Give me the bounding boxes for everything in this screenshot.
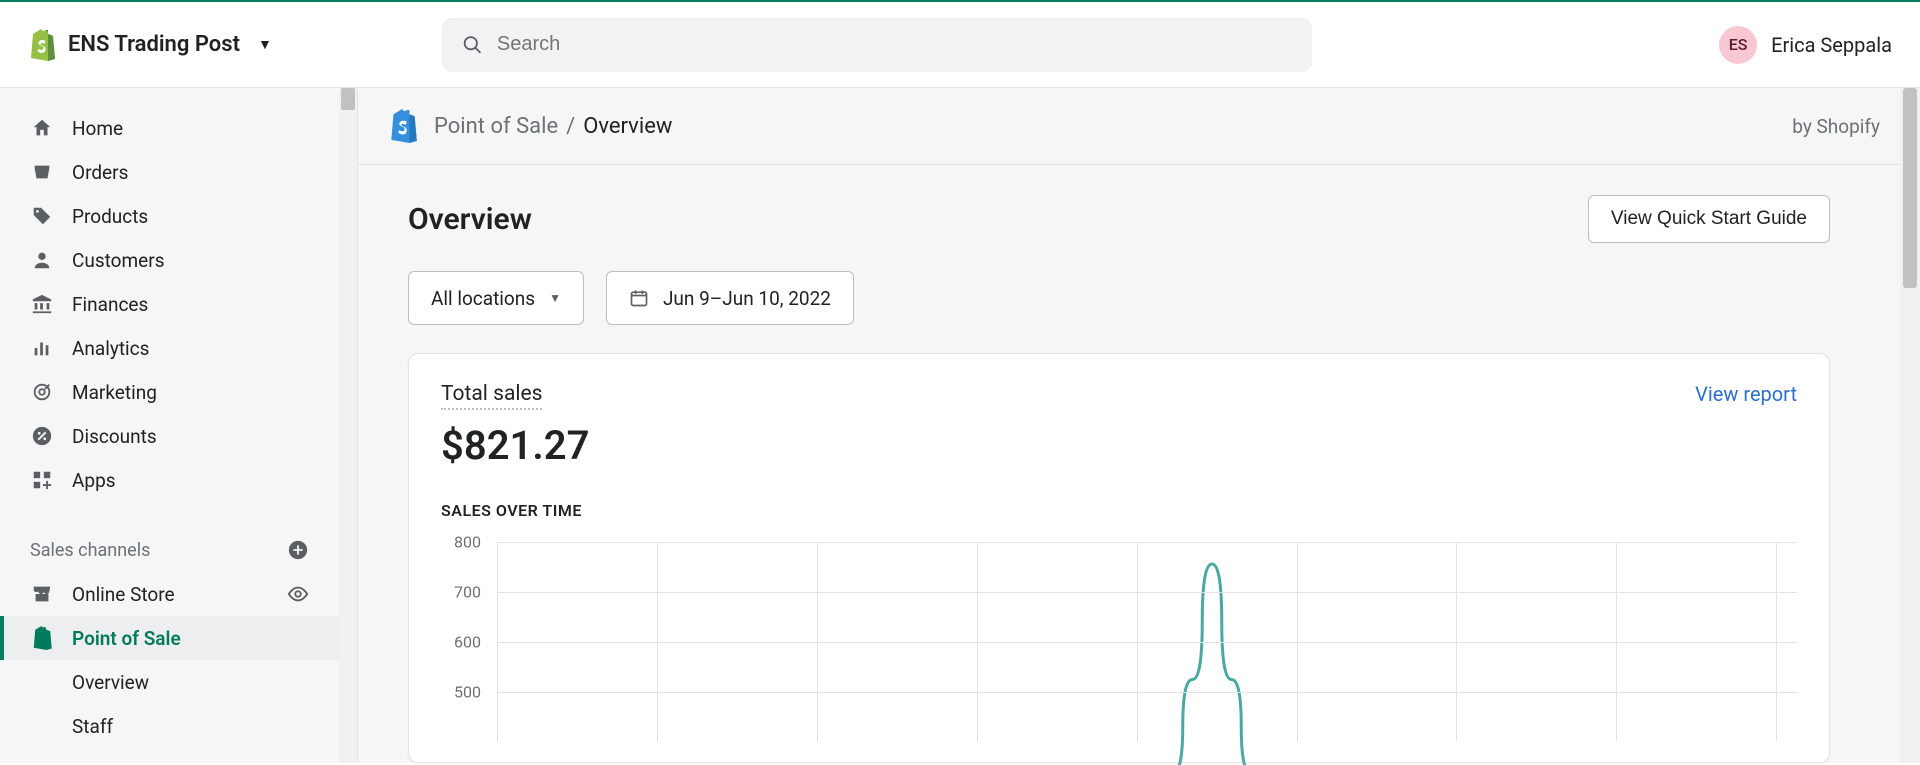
pos-sub-staff[interactable]: Staff [0, 704, 339, 748]
shopify-logo-icon [28, 29, 56, 61]
sidebar-item-label: Products [72, 205, 148, 228]
user-menu[interactable]: ES Erica Seppala [1719, 26, 1892, 64]
search-icon [462, 34, 483, 56]
total-sales-card: Total sales $821.27 View report SALES OV… [408, 353, 1830, 763]
search-box[interactable] [442, 18, 1312, 72]
sales-channels-header: Sales channels [0, 528, 339, 572]
orders-icon [30, 160, 54, 184]
sales-chart: 800700600500 [441, 542, 1797, 762]
avatar: ES [1719, 26, 1757, 64]
sidebar: Home Orders Products Customers Finances … [0, 88, 358, 763]
store-icon [30, 582, 54, 606]
content: Overview View Quick Start Guide All loca… [358, 165, 1900, 763]
user-name: Erica Seppala [1771, 33, 1892, 57]
section-title: Sales channels [30, 540, 150, 561]
calendar-icon [629, 288, 649, 308]
target-icon [30, 380, 54, 404]
pos-app-icon [388, 109, 418, 143]
caret-down-icon: ▼ [258, 36, 272, 53]
tag-icon [30, 204, 54, 228]
sidebar-item-label: Discounts [72, 425, 157, 448]
sidebar-item-discounts[interactable]: Discounts [0, 414, 339, 458]
main: Point of Sale / Overview by Shopify Over… [358, 88, 1920, 763]
pos-icon [30, 626, 54, 650]
search-input[interactable] [497, 33, 1292, 56]
y-tick-label: 800 [454, 533, 481, 552]
view-report-link[interactable]: View report [1695, 382, 1797, 406]
caret-down-icon: ▼ [549, 291, 561, 305]
sidebar-item-online-store[interactable]: Online Store [0, 572, 339, 616]
metric-value: $821.27 [441, 422, 589, 469]
search-wrap [442, 18, 1312, 72]
person-icon [30, 248, 54, 272]
metric-label: Total sales [441, 382, 542, 410]
home-icon [30, 116, 54, 140]
bars-icon [30, 336, 54, 360]
page-title: Overview [408, 202, 532, 237]
date-filter[interactable]: Jun 9–Jun 10, 2022 [606, 271, 854, 325]
sidebar-item-apps[interactable]: Apps [0, 458, 339, 502]
sidebar-item-label: Point of Sale [72, 627, 181, 650]
eye-icon[interactable] [287, 583, 309, 605]
store-name: ENS Trading Post [68, 32, 240, 57]
by-shopify-label: by Shopify [1792, 115, 1880, 138]
sidebar-item-label: Online Store [72, 583, 175, 606]
breadcrumb-current: Overview [583, 114, 672, 139]
breadcrumb-parent[interactable]: Point of Sale [434, 114, 558, 139]
sidebar-item-products[interactable]: Products [0, 194, 339, 238]
sidebar-item-label: Home [72, 117, 123, 140]
add-channel-icon[interactable] [287, 539, 309, 561]
sidebar-item-label: Analytics [72, 337, 149, 360]
sidebar-item-point-of-sale[interactable]: Point of Sale [0, 616, 339, 660]
sidebar-item-label: Finances [72, 293, 148, 316]
chart-title: SALES OVER TIME [441, 501, 1797, 520]
y-tick-label: 500 [454, 683, 481, 702]
sidebar-scrollbar[interactable] [339, 88, 357, 763]
sidebar-item-orders[interactable]: Orders [0, 150, 339, 194]
y-tick-label: 600 [454, 633, 481, 652]
bank-icon [30, 292, 54, 316]
apps-icon [30, 468, 54, 492]
store-switcher[interactable]: ENS Trading Post ▼ [28, 29, 272, 61]
pos-sub-overview[interactable]: Overview [0, 660, 339, 704]
sidebar-item-analytics[interactable]: Analytics [0, 326, 339, 370]
breadcrumb-sep: / [566, 114, 575, 139]
sidebar-item-label: Apps [72, 469, 116, 492]
topbar: ENS Trading Post ▼ ES Erica Seppala [0, 2, 1920, 88]
main-scrollbar[interactable] [1900, 88, 1920, 763]
sidebar-item-label: Marketing [72, 381, 157, 404]
quick-start-button[interactable]: View Quick Start Guide [1588, 195, 1830, 243]
discount-icon [30, 424, 54, 448]
y-tick-label: 700 [454, 583, 481, 602]
breadcrumb-bar: Point of Sale / Overview by Shopify [358, 88, 1920, 165]
location-filter[interactable]: All locations ▼ [408, 271, 584, 325]
sidebar-item-label: Orders [72, 161, 128, 184]
sidebar-item-home[interactable]: Home [0, 106, 339, 150]
sidebar-item-marketing[interactable]: Marketing [0, 370, 339, 414]
sidebar-item-customers[interactable]: Customers [0, 238, 339, 282]
sidebar-item-label: Customers [72, 249, 165, 272]
sidebar-item-finances[interactable]: Finances [0, 282, 339, 326]
